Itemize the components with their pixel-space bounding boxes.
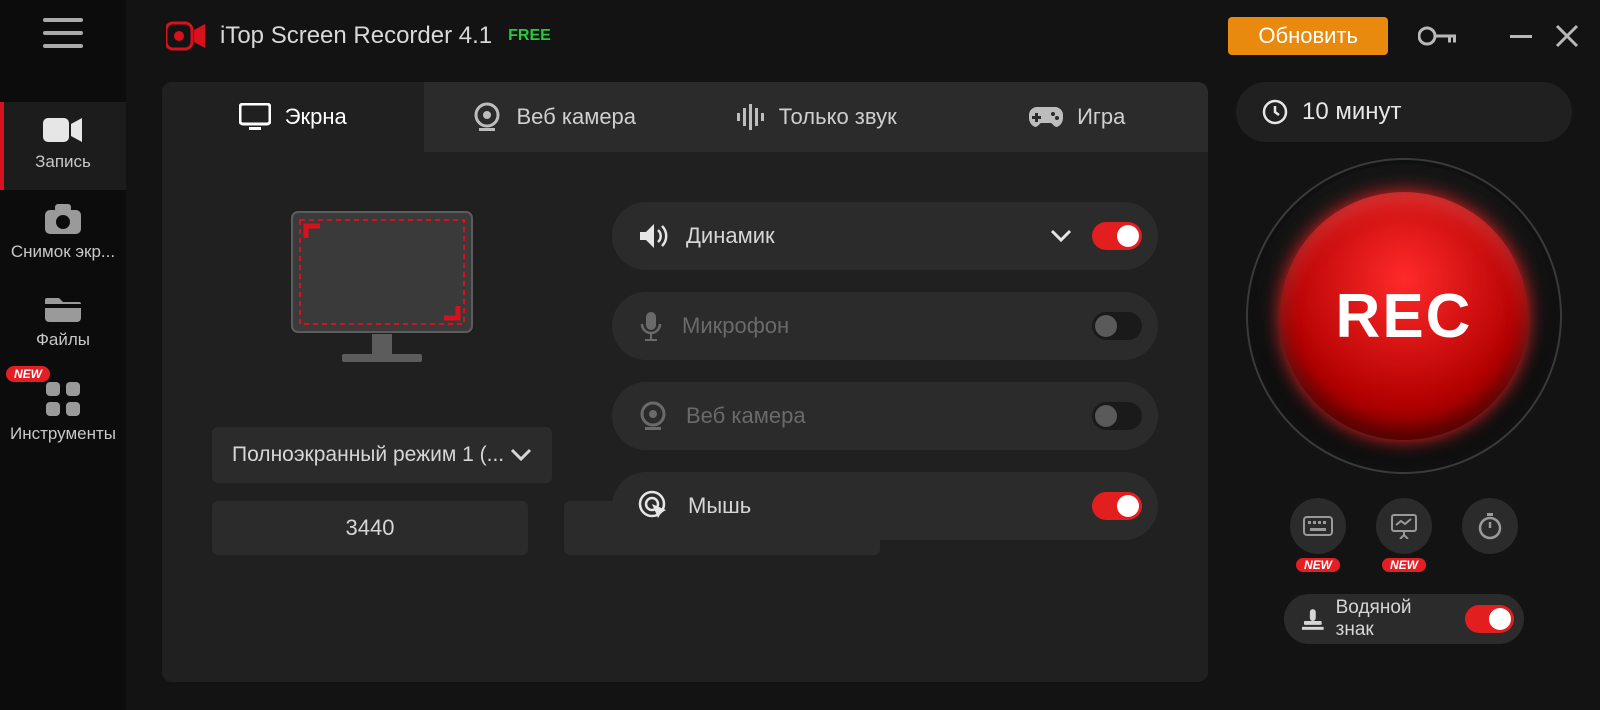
cursor-click-icon — [638, 490, 670, 522]
sidebar: Запись Снимок экр... Файлы NEW Инструмен… — [0, 0, 126, 710]
webcam-toggle[interactable] — [1092, 402, 1142, 430]
sidebar-item-tools[interactable]: NEW Инструменты — [0, 368, 126, 462]
option-mouse[interactable]: Мышь — [612, 472, 1158, 540]
stamp-icon — [1302, 607, 1324, 631]
grid-icon — [0, 382, 126, 416]
audio-bars-icon — [735, 102, 765, 132]
option-label: Мышь — [688, 493, 1092, 519]
option-label: Веб камера — [686, 403, 1092, 429]
sidebar-item-label: Снимок экр... — [0, 242, 126, 262]
screen-mode-value: Полноэкранный режим 1 (... — [232, 443, 504, 467]
sidebar-item-record[interactable]: Запись — [0, 102, 126, 190]
app-title: iTop Screen Recorder 4.1 — [220, 22, 492, 50]
sidebar-item-label: Запись — [0, 152, 126, 172]
presentation-icon — [1390, 513, 1418, 539]
webcam-icon — [472, 102, 502, 132]
new-badge: NEW — [1296, 558, 1340, 572]
option-label: Динамик — [686, 223, 1050, 249]
width-input[interactable] — [212, 501, 528, 555]
gamepad-icon — [1029, 105, 1063, 129]
time-limit-button[interactable]: 10 минут — [1236, 82, 1572, 142]
watermark-toggle[interactable] — [1465, 605, 1514, 633]
tab-label: Экрна — [285, 104, 347, 130]
tab-label: Веб камера — [516, 104, 636, 130]
speaker-icon — [638, 222, 668, 250]
sidebar-item-label: Инструменты — [0, 424, 126, 444]
record-button-label: REC — [1280, 192, 1528, 440]
monitor-preview — [282, 202, 482, 377]
new-badge: NEW — [1382, 558, 1426, 572]
watermark-button[interactable]: Водяной знак — [1284, 594, 1524, 644]
keyboard-icon — [1303, 516, 1333, 536]
tab-label: Только звук — [779, 104, 897, 130]
option-webcam[interactable]: Веб камера — [612, 382, 1158, 450]
time-limit-value: 10 минут — [1302, 98, 1402, 126]
stopwatch-icon — [1477, 512, 1503, 540]
clock-icon — [1262, 99, 1288, 125]
option-speaker[interactable]: Динамик — [612, 202, 1158, 270]
chevron-down-icon — [510, 448, 532, 462]
tab-screen[interactable]: Экрна — [162, 82, 424, 152]
free-tag: FREE — [508, 27, 551, 45]
chevron-down-icon[interactable] — [1050, 229, 1072, 243]
option-label: Микрофон — [682, 313, 1092, 339]
sidebar-item-screenshot[interactable]: Снимок экр... — [0, 190, 126, 280]
tab-label: Игра — [1077, 104, 1125, 130]
extra-presentation-button[interactable]: NEW — [1376, 498, 1432, 572]
camera-icon — [0, 204, 126, 234]
extra-keyboard-button[interactable]: NEW — [1290, 498, 1346, 572]
tab-game[interactable]: Игра — [947, 82, 1209, 152]
record-tabs: Экрна Веб камера Только звук Игра — [162, 82, 1208, 152]
extra-timer-button[interactable] — [1462, 498, 1518, 572]
option-microphone[interactable]: Микрофон — [612, 292, 1158, 360]
watermark-label: Водяной знак — [1336, 597, 1453, 641]
monitor-icon — [239, 103, 271, 131]
menu-button[interactable] — [43, 18, 83, 48]
sidebar-item-label: Файлы — [0, 330, 126, 350]
speaker-toggle[interactable] — [1092, 222, 1142, 250]
upgrade-button[interactable]: Обновить — [1228, 17, 1388, 55]
mouse-toggle[interactable] — [1092, 492, 1142, 520]
app-logo-icon — [166, 21, 206, 51]
screen-mode-select[interactable]: Полноэкранный режим 1 (... — [212, 427, 552, 483]
key-icon[interactable] — [1418, 21, 1458, 51]
header: iTop Screen Recorder 4.1 FREE Обновить — [126, 0, 1600, 72]
record-panel: Экрна Веб камера Только звук Игра — [162, 82, 1208, 682]
video-camera-icon — [0, 116, 126, 144]
tab-audio[interactable]: Только звук — [685, 82, 947, 152]
record-button[interactable]: REC — [1246, 158, 1562, 474]
webcam-icon — [638, 401, 668, 431]
new-badge: NEW — [6, 366, 50, 382]
sidebar-item-files[interactable]: Файлы — [0, 280, 126, 368]
microphone-toggle[interactable] — [1092, 312, 1142, 340]
tab-webcam[interactable]: Веб камера — [424, 82, 686, 152]
close-button[interactable] — [1554, 23, 1580, 49]
minimize-button[interactable] — [1508, 23, 1534, 49]
microphone-icon — [638, 310, 664, 342]
folder-icon — [0, 294, 126, 322]
record-controls: 10 минут REC NEW NEW — [1236, 82, 1572, 682]
